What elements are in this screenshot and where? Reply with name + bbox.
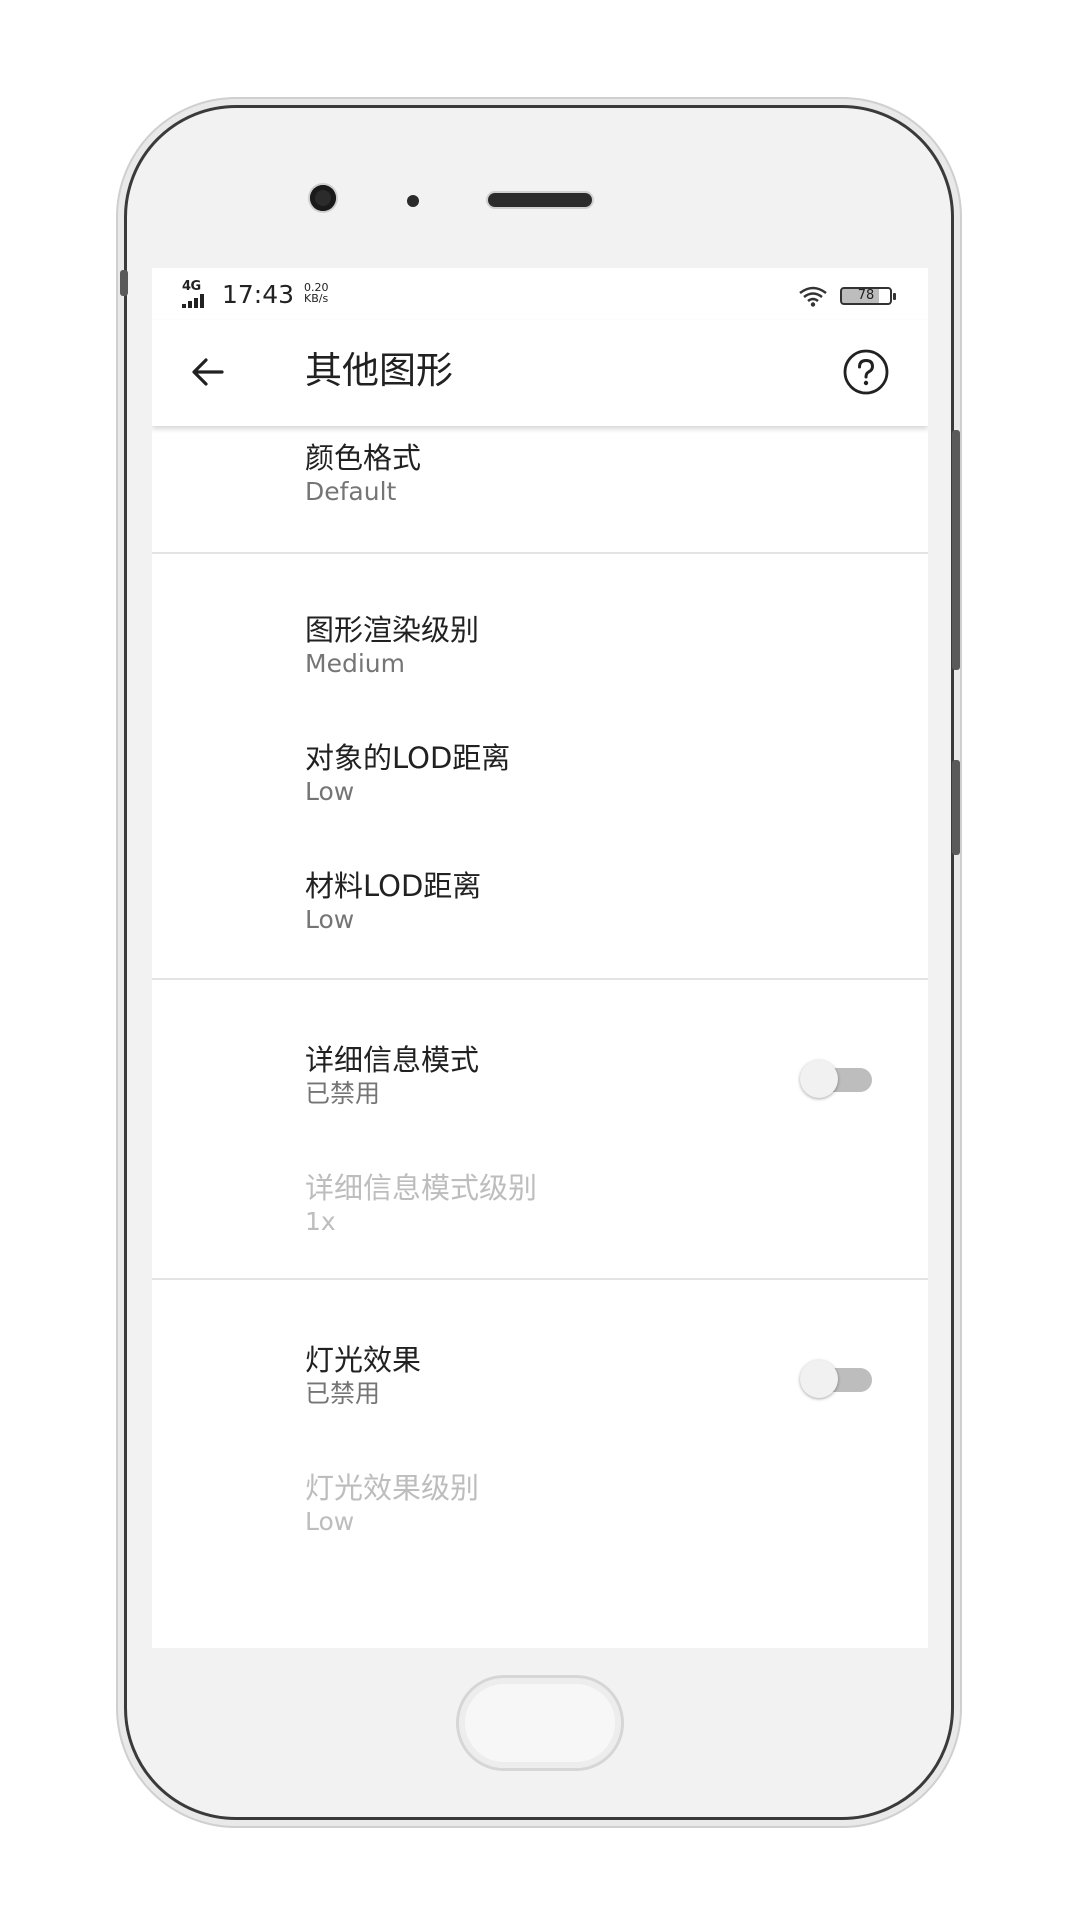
divider (152, 978, 928, 980)
setting-lighting-level: 灯光效果级别 Low (152, 1432, 928, 1552)
network-type: 4G (182, 279, 201, 294)
home-button[interactable] (456, 1675, 624, 1771)
help-icon[interactable] (842, 348, 890, 396)
divider (152, 1278, 928, 1280)
network-speed-unit: KB/s (304, 292, 329, 305)
toggle-thumb (800, 1060, 838, 1098)
front-camera (310, 185, 336, 211)
setting-render-level[interactable]: 图形渲染级别 Medium (152, 574, 928, 694)
setting-detail-mode[interactable]: 详细信息模式 已禁用 (152, 1004, 928, 1124)
setting-title: 灯光效果 (305, 1343, 422, 1377)
setting-value: 1x (305, 1207, 336, 1236)
earpiece-speaker (488, 193, 592, 207)
signal-icon (182, 294, 204, 308)
volume-button (952, 430, 960, 670)
lighting-toggle[interactable] (800, 1356, 874, 1400)
setting-value: Medium (305, 649, 405, 678)
status-bar: 4G 17:43 0.20 KB/s 78 (152, 268, 928, 320)
setting-value: Default (305, 477, 397, 506)
setting-title: 图形渲染级别 (305, 613, 480, 647)
setting-detail-mode-level: 详细信息模式级别 1x (152, 1132, 928, 1252)
setting-title: 对象的LOD距离 (305, 741, 511, 775)
power-button (952, 760, 960, 855)
setting-title: 颜色格式 (305, 441, 422, 475)
screen: 4G 17:43 0.20 KB/s 78 其他图形 颜色格式 Default … (152, 268, 928, 1648)
battery-icon: 78 (840, 287, 896, 305)
setting-lighting[interactable]: 灯光效果 已禁用 (152, 1304, 928, 1424)
setting-title: 灯光效果级别 (305, 1471, 480, 1505)
setting-object-lod[interactable]: 对象的LOD距离 Low (152, 702, 928, 822)
network-speed: 0.20 KB/s (304, 282, 329, 304)
back-arrow-icon[interactable] (186, 350, 230, 394)
app-bar: 其他图形 (152, 320, 928, 426)
battery-level: 78 (857, 288, 875, 303)
setting-value: Low (305, 777, 355, 806)
setting-value: Low (305, 905, 355, 934)
toggle-thumb (800, 1360, 838, 1398)
page-title: 其他图形 (305, 349, 453, 392)
setting-title: 详细信息模式级别 (305, 1171, 538, 1205)
setting-value: 已禁用 (305, 1079, 381, 1108)
setting-value: Low (305, 1507, 355, 1536)
setting-material-lod[interactable]: 材料LOD距离 Low (152, 830, 928, 950)
proximity-sensor (407, 195, 419, 207)
setting-value: 已禁用 (305, 1379, 381, 1408)
side-button-left (120, 270, 128, 296)
wifi-icon (799, 286, 827, 307)
detail-mode-toggle[interactable] (800, 1056, 874, 1100)
setting-color-format[interactable]: 颜色格式 Default (152, 426, 928, 546)
setting-title: 详细信息模式 (305, 1043, 480, 1077)
divider (152, 552, 928, 554)
setting-title: 材料LOD距离 (305, 869, 482, 903)
clock: 17:43 (222, 280, 295, 309)
